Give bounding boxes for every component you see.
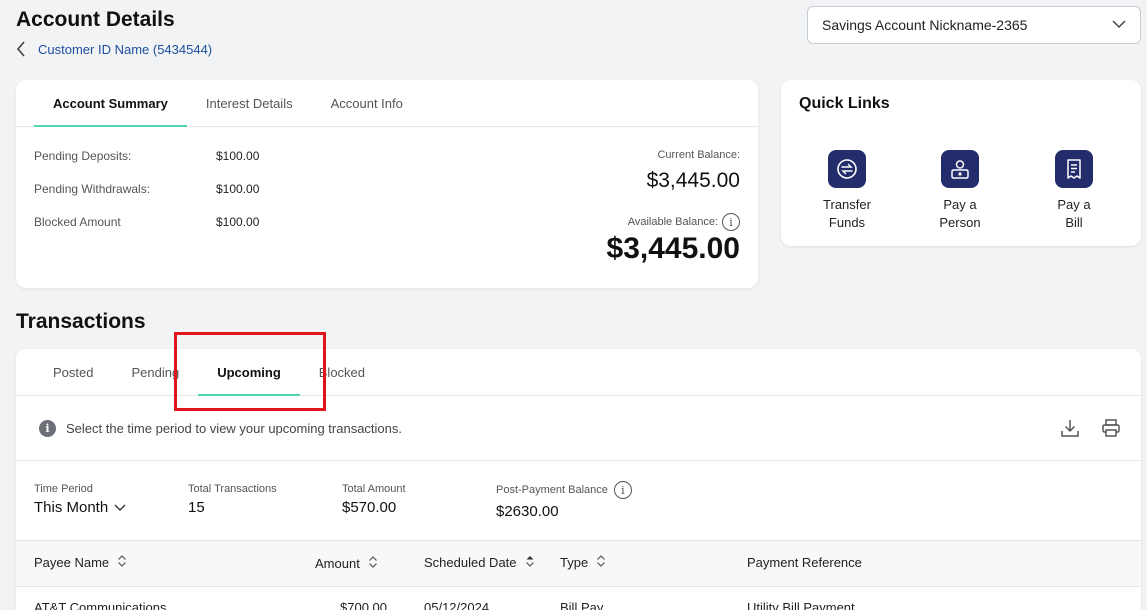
account-select[interactable]: Savings Account Nickname-2365 [807, 6, 1141, 44]
notice-bar: i Select the time period to view your up… [16, 396, 1141, 461]
sort-icon [596, 555, 606, 570]
page-title: Account Details [16, 8, 175, 31]
tab-interest-details[interactable]: Interest Details [187, 80, 312, 126]
column-payee-name[interactable]: Payee Name [34, 555, 127, 570]
time-period-value: This Month [34, 499, 109, 516]
cell-payee: AT&T Communications [34, 600, 167, 610]
column-payment-reference: Payment Reference [747, 555, 862, 570]
transaction-tabs: Posted Pending Upcoming Blocked [16, 349, 1141, 396]
current-balance-label: Current Balance: [657, 149, 740, 161]
account-summary-card: Account Summary Interest Details Account… [16, 80, 758, 288]
cell-date: 05/12/2024 [424, 600, 490, 610]
tab-blocked[interactable]: Blocked [300, 349, 384, 395]
column-label: Type [560, 555, 589, 570]
post-payment-balance-label: Post-Payment Balance [496, 483, 608, 496]
column-label: Scheduled Date [424, 555, 517, 570]
post-payment-balance-stat: Post-Payment Balance i $2630.00 [496, 481, 632, 520]
quick-links-card: Quick Links Transfer Funds Pay a Person Pa… [781, 80, 1141, 246]
column-label: Amount [315, 556, 360, 571]
pending-deposits-label: Pending Deposits: [34, 149, 132, 163]
quick-link-label: Pay a Bill [1057, 197, 1091, 230]
available-balance-label-row: Available Balance: i [628, 213, 740, 231]
post-payment-balance-label-row: Post-Payment Balance i [496, 481, 632, 499]
pending-withdrawals-label: Pending Withdrawals: [34, 182, 151, 196]
info-icon: i [39, 419, 56, 437]
print-icon[interactable] [1099, 416, 1123, 440]
pending-withdrawals-value: $100.00 [216, 182, 260, 196]
transactions-title: Transactions [16, 310, 146, 333]
quick-link-pay-person[interactable]: Pay a Person [915, 150, 1005, 232]
total-transactions-stat: Total Transactions 15 [188, 483, 277, 516]
tab-account-info[interactable]: Account Info [312, 80, 422, 126]
quick-links-title: Quick Links [799, 95, 890, 112]
account-select-value: Savings Account Nickname-2365 [822, 17, 1028, 33]
info-icon[interactable]: i [613, 481, 632, 499]
quick-link-label: Transfer Funds [823, 197, 871, 230]
tab-upcoming[interactable]: Upcoming [198, 349, 300, 396]
sort-active-icon [525, 555, 535, 570]
breadcrumb[interactable]: Customer ID Name (5434544) [14, 40, 212, 58]
sort-icon [117, 555, 127, 570]
info-icon[interactable]: i [722, 213, 740, 231]
notice-text: Select the time period to view your upco… [66, 420, 403, 436]
sort-icon [368, 556, 378, 571]
total-amount-value: $570.00 [342, 499, 397, 516]
bill-icon [1055, 150, 1093, 188]
cell-amount: $700.00 [340, 600, 387, 610]
person-pay-icon [941, 150, 979, 188]
cell-reference: Utility Bill Payment [747, 600, 855, 610]
cell-type: Bill Pay [560, 600, 604, 610]
quick-link-pay-bill[interactable]: Pay a Bill [1029, 150, 1119, 232]
transaction-stats: Time Period This Month Total Transaction… [16, 461, 1141, 541]
post-payment-balance-value: $2630.00 [496, 503, 559, 520]
available-balance-value: $3,445.00 [606, 232, 740, 265]
blocked-amount-label: Blocked Amount [34, 215, 121, 229]
total-amount-stat: Total Amount $570.00 [342, 483, 406, 516]
transfer-icon [828, 150, 866, 188]
time-period-label: Time Period [34, 483, 93, 495]
total-amount-label: Total Amount [342, 483, 406, 495]
chevron-down-icon [114, 499, 126, 516]
current-balance-value: $3,445.00 [646, 169, 740, 192]
column-label: Payee Name [34, 555, 110, 570]
available-balance-label: Available Balance: [627, 215, 718, 228]
time-period-select[interactable]: This Month [34, 499, 126, 516]
tab-posted[interactable]: Posted [34, 349, 112, 395]
column-scheduled-date[interactable]: Scheduled Date [424, 555, 535, 570]
tab-account-summary[interactable]: Account Summary [34, 80, 187, 127]
breadcrumb-customer-link[interactable]: Customer ID Name (5434544) [38, 42, 212, 57]
download-icon[interactable] [1058, 416, 1082, 440]
tab-pending[interactable]: Pending [112, 349, 198, 395]
time-period-stat: Time Period This Month [34, 483, 126, 516]
table-header: Payee Name Amount Scheduled Date Type Pa… [16, 541, 1141, 587]
quick-link-label: Pay a Person [939, 197, 981, 230]
chevron-down-icon [1112, 16, 1126, 34]
chevron-left-icon[interactable] [14, 40, 28, 58]
column-type[interactable]: Type [560, 555, 606, 570]
summary-tabs: Account Summary Interest Details Account… [16, 80, 758, 127]
transactions-card: Posted Pending Upcoming Blocked i Select… [16, 349, 1141, 610]
column-amount[interactable]: Amount [315, 556, 378, 571]
total-transactions-label: Total Transactions [188, 483, 277, 495]
total-transactions-value: 15 [188, 499, 205, 516]
pending-deposits-value: $100.00 [216, 149, 260, 163]
blocked-amount-value: $100.00 [216, 215, 260, 229]
table-row[interactable]: AT&T Communications $700.00 05/12/2024 B… [16, 587, 1141, 610]
column-label: Payment Reference [747, 555, 862, 570]
quick-link-transfer-funds[interactable]: Transfer Funds [802, 150, 892, 232]
